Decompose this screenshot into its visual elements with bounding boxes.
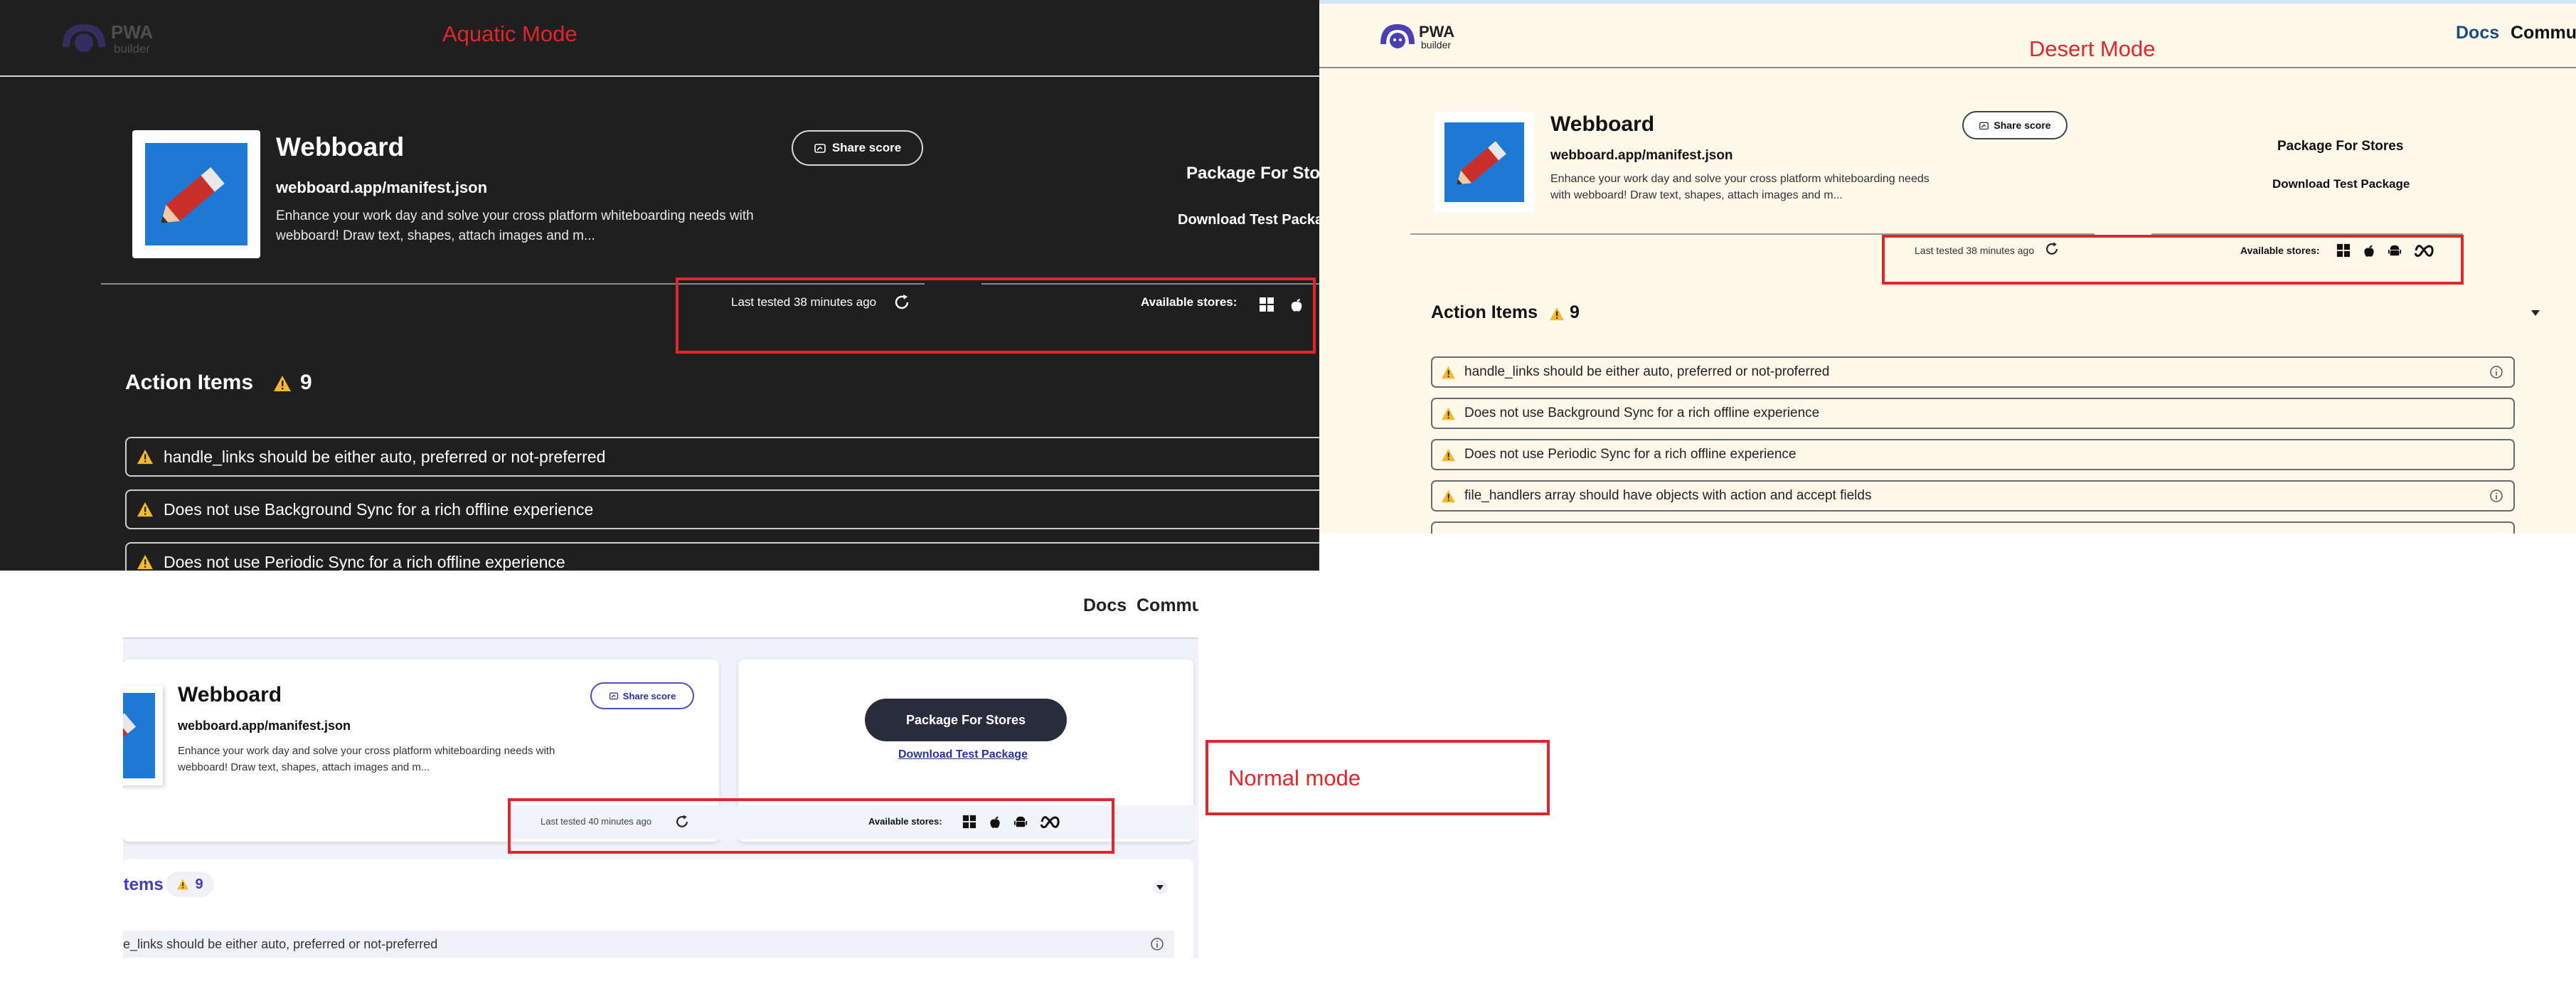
header-divider <box>1319 67 2576 68</box>
action-item[interactable]: handle_links should be either auto, pref… <box>125 437 1319 477</box>
warning-icon <box>1442 448 1455 461</box>
app-name: Webboard <box>1550 112 1655 136</box>
download-test-package-link[interactable]: Download Test Package <box>898 748 1028 761</box>
nav-community[interactable]: Commun <box>2511 23 2576 43</box>
nav-docs[interactable]: Docs <box>1083 595 1127 616</box>
package-for-stores-button[interactable]: Package For Stores <box>865 699 1067 741</box>
chevron-down-icon[interactable] <box>2528 306 2543 320</box>
action-item-text: Does not use Background Sync for a rich … <box>164 499 594 519</box>
manifest-url: webboard.app/manifest.json <box>178 719 351 733</box>
logo-pwa-text: PWA <box>1419 23 1454 41</box>
warning-icon <box>273 375 292 392</box>
app-icon <box>123 693 155 778</box>
app-name: Webboard <box>178 683 282 706</box>
pencil-icon <box>161 167 225 223</box>
annotation-highlight-box <box>676 277 1316 354</box>
action-item-text: handle_links should be either auto, pref… <box>164 447 606 466</box>
share-score-label: Share score <box>622 690 676 701</box>
app-description: Enhance your work day and solve your cro… <box>276 208 754 243</box>
pencil-icon <box>1457 141 1506 185</box>
share-score-label: Share score <box>1994 120 2051 131</box>
pwabuilder-logo[interactable]: PWA builder <box>1378 20 1464 53</box>
desert-mode-panel: PWA builder Docs Commun Desert Mode Webb… <box>1319 0 2576 534</box>
manifest-url: webboard.app/manifest.json <box>276 179 488 196</box>
action-items-count: 9 <box>195 876 203 892</box>
warning-icon <box>1442 366 1455 378</box>
action-item[interactable]: Does not use Periodic Sync for a rich of… <box>1431 439 2515 470</box>
info-icon[interactable] <box>2489 489 2503 503</box>
share-score-button[interactable]: Share score <box>792 130 923 166</box>
action-items-title: Action Items <box>1431 302 1538 322</box>
download-test-package-link[interactable]: Download Test Packa <box>1178 212 1319 228</box>
nav-docs[interactable]: Docs <box>2456 23 2499 43</box>
normal-mode-annotation: Normal mode <box>1205 740 1550 815</box>
aquatic-mode-label: Aquatic Mode <box>442 21 578 46</box>
svg-text:builder: builder <box>1421 39 1451 51</box>
action-items-count: 9 <box>300 371 312 394</box>
download-test-package-link[interactable]: Download Test Package <box>2272 177 2410 191</box>
action-item-text: file_handlers array should have objects … <box>1464 488 1872 503</box>
annotation-highlight-box <box>508 798 1114 854</box>
action-items-count: 9 <box>1570 302 1580 322</box>
info-icon[interactable] <box>2489 365 2503 379</box>
action-item-text: e_links should be either auto, preferred… <box>123 936 438 951</box>
warning-icon <box>1549 307 1565 321</box>
warning-icon <box>1442 489 1455 502</box>
share-icon <box>1979 122 1989 129</box>
warning-icon <box>1442 407 1455 420</box>
action-item-text: Does not use Background Sync for a rich … <box>1464 406 1820 420</box>
share-score-button[interactable]: Share score <box>1962 111 2067 139</box>
warning-icon <box>177 879 189 890</box>
warning-icon <box>137 502 153 517</box>
app-description: Enhance your work day and solve your cro… <box>178 745 555 773</box>
pencil-icon <box>123 713 137 758</box>
action-item-text: Does not use Periodic Sync for a rich of… <box>1464 447 1797 462</box>
normal-mode-label: Normal mode <box>1228 766 1361 790</box>
action-item[interactable] <box>1431 521 2515 534</box>
action-item[interactable]: Does not use Periodic Sync for a rich of… <box>125 542 1319 571</box>
svg-text:builder: builder <box>114 42 150 55</box>
action-item[interactable]: Does not use Background Sync for a rich … <box>125 489 1319 529</box>
share-icon <box>814 144 826 153</box>
action-item-text: handle_links should be either auto, pref… <box>1464 364 1830 379</box>
app-icon <box>1444 122 1524 202</box>
aquatic-mode-panel: PWA builder Aquatic Mode Webboard webboa… <box>0 0 1319 571</box>
action-items-title: Action Items <box>125 371 254 394</box>
warning-icon <box>137 554 153 570</box>
action-item[interactable]: file_handlers array should have objects … <box>1431 480 2515 512</box>
normal-mode-panel: Docs Commu Webboard webboard.app/manifes… <box>123 571 1198 958</box>
app-description: Enhance your work day and solve your cro… <box>1550 173 1930 201</box>
logo-pwa-text: PWA <box>111 21 153 43</box>
action-item[interactable]: handle_links should be either auto, pref… <box>1431 356 2515 388</box>
nav-community[interactable]: Commu <box>1137 595 1198 616</box>
package-for-stores-button[interactable]: Package For Stores <box>2277 139 2403 154</box>
annotation-highlight-box <box>1882 235 2464 285</box>
chevron-down-icon[interactable] <box>1152 879 1168 895</box>
pwabuilder-logo[interactable]: PWA builder <box>60 18 166 57</box>
header-divider <box>0 75 1319 77</box>
share-score-button[interactable]: Share score <box>590 682 694 709</box>
action-items-title: Items <box>123 875 164 894</box>
package-for-stores-button[interactable]: Package For Store <box>1186 164 1319 184</box>
app-icon <box>145 143 248 245</box>
share-icon <box>609 692 618 700</box>
action-item[interactable]: e_links should be either auto, preferred… <box>123 931 1174 958</box>
info-icon[interactable] <box>1150 937 1164 951</box>
manifest-url: webboard.app/manifest.json <box>1550 148 1733 163</box>
app-name: Webboard <box>276 132 405 161</box>
warning-icon <box>137 449 153 465</box>
share-score-label: Share score <box>831 141 902 154</box>
desert-mode-label: Desert Mode <box>2029 36 2156 61</box>
action-items-badge: 9 <box>166 872 214 897</box>
action-item[interactable]: Does not use Background Sync for a rich … <box>1431 398 2515 429</box>
action-item-text: Does not use Periodic Sync for a rich of… <box>164 552 565 571</box>
